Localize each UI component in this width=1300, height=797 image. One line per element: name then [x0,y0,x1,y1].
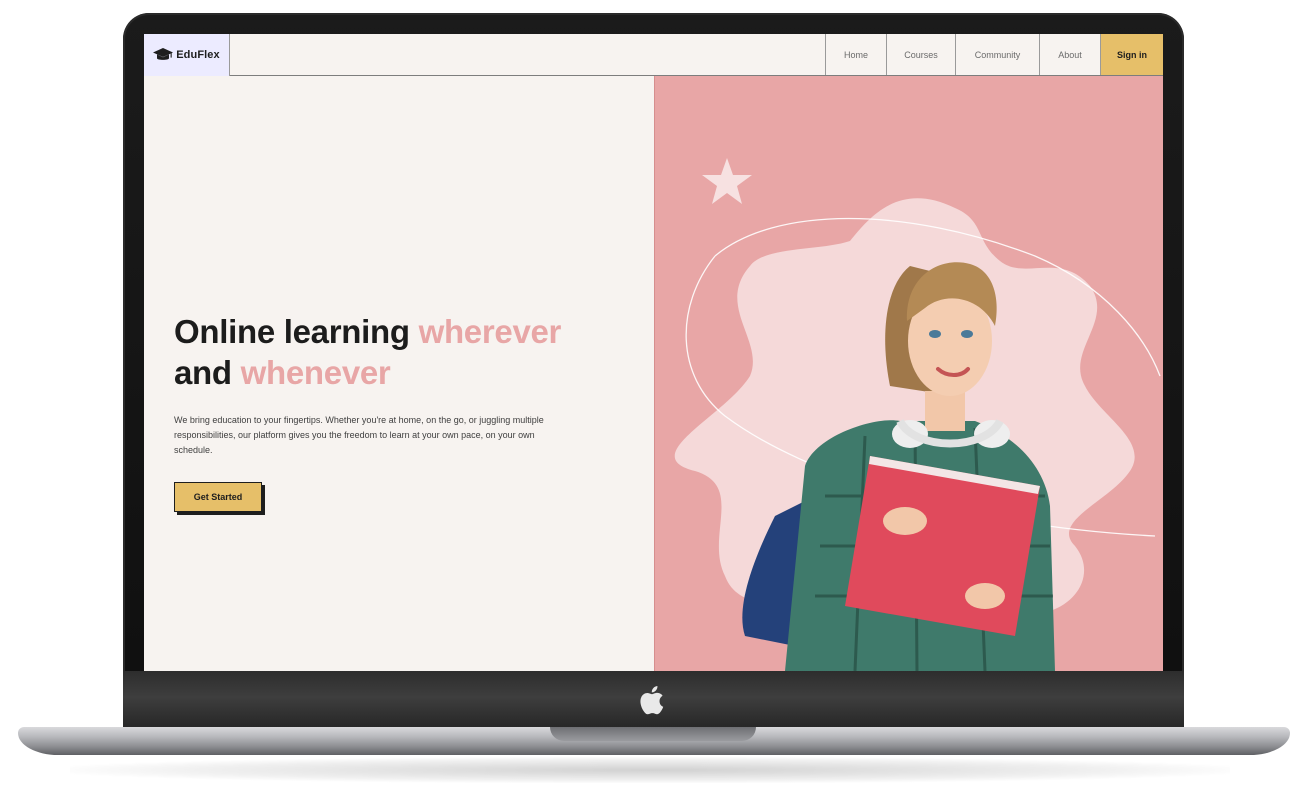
get-started-button[interactable]: Get Started [174,482,262,512]
brand-logo[interactable]: EduFlex [144,34,230,76]
hero-title-highlight1: wherever [418,313,562,350]
hero-title-highlight2: whenever [240,354,391,391]
signin-button[interactable]: Sign in [1100,34,1163,75]
hero-image-panel [654,76,1163,671]
hero-title-part1: Online learning [174,313,419,350]
navbar: EduFlex Home Courses Community About Sig… [144,34,1163,76]
hero-title-part2: and [174,354,241,391]
nav-item-about[interactable]: About [1039,34,1100,75]
graduation-cap-icon [153,48,174,60]
nav-item-home[interactable]: Home [825,34,886,75]
nav-item-courses[interactable]: Courses [886,34,955,75]
laptop-base-notch [550,727,756,741]
screen: EduFlex Home Courses Community About Sig… [144,34,1163,671]
apple-logo-icon [640,686,664,715]
nav-item-community[interactable]: Community [955,34,1039,75]
brand-name: EduFlex [176,49,220,61]
laptop-shadow [70,757,1230,783]
hero-title: Online learning wherever and whenever [174,311,614,393]
hero-description: We bring education to your fingertips. W… [174,415,544,455]
star-icon [702,158,752,204]
hero-illustration [674,158,1161,671]
